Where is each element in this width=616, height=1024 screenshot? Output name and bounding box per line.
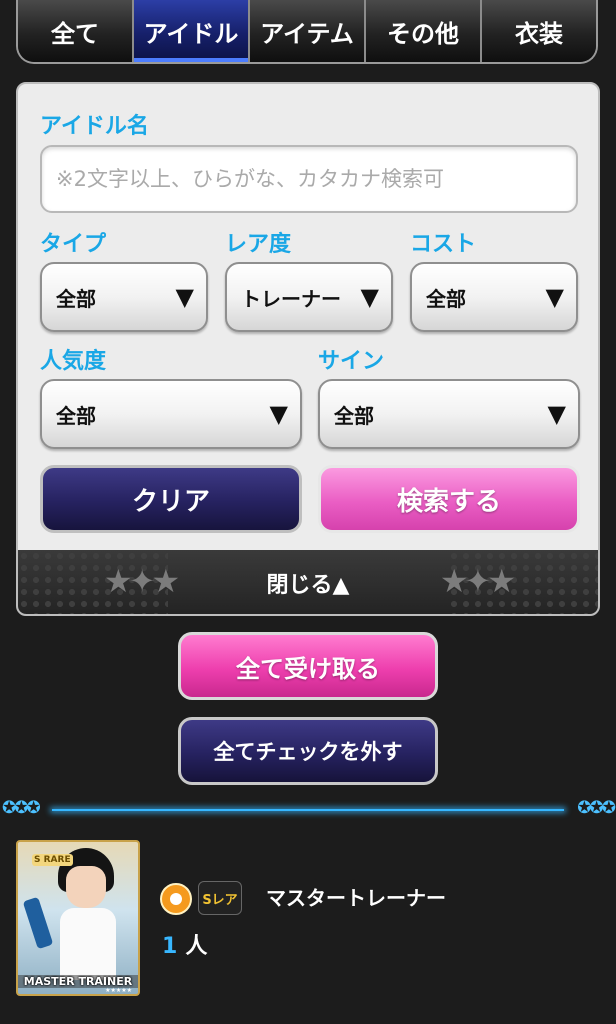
card-art xyxy=(66,866,106,908)
dropdown-arrow-icon: ▼ xyxy=(545,283,564,311)
type-select[interactable]: 全部 ▼ xyxy=(40,262,208,332)
star-divider-icon: ✪✪✪ xyxy=(577,798,616,818)
sign-select[interactable]: 全部 ▼ xyxy=(318,379,580,449)
star-divider-icon: ✪✪✪ xyxy=(2,798,41,818)
close-label: 閉じる▲ xyxy=(266,573,350,598)
popularity-label: 人気度 xyxy=(40,349,107,374)
idol-card-image[interactable]: S RARE MASTER TRAINER ★★★★★ xyxy=(16,840,140,996)
category-tabs: 全て アイドル アイテム その他 衣装 xyxy=(16,0,598,64)
type-label: タイプ xyxy=(40,232,107,257)
sign-select-value: 全部 xyxy=(334,403,374,428)
tab-item[interactable]: アイテム xyxy=(250,0,366,62)
idol-name: マスタートレーナー xyxy=(266,886,446,910)
close-panel-bar[interactable]: ★✦★ ★✦★ 閉じる▲ xyxy=(18,550,598,614)
clear-button[interactable]: クリア xyxy=(40,465,302,533)
uncheck-all-button[interactable]: 全てチェックを外す xyxy=(178,717,438,785)
dropdown-arrow-icon: ▼ xyxy=(547,400,566,428)
count-unit: 人 xyxy=(185,934,208,959)
dropdown-arrow-icon: ▼ xyxy=(360,283,379,311)
type-select-value: 全部 xyxy=(56,286,96,311)
rarity-label: レア度 xyxy=(225,232,292,257)
tab-idol[interactable]: アイドル xyxy=(134,0,250,62)
cost-select[interactable]: 全部 ▼ xyxy=(410,262,578,332)
idol-name-label: アイドル名 xyxy=(40,114,149,139)
idol-count: 1人 xyxy=(162,928,207,960)
cost-label: コスト xyxy=(410,232,477,257)
card-rarity-label: S RARE xyxy=(32,854,73,866)
divider-line xyxy=(52,809,564,811)
stars-decoration-icon: ★✦★ xyxy=(104,562,180,600)
card-art xyxy=(22,896,54,950)
popularity-select[interactable]: 全部 ▼ xyxy=(40,379,302,449)
count-number: 1 xyxy=(162,934,178,959)
section-divider: ✪✪✪ ✪✪✪ xyxy=(0,798,616,822)
card-art xyxy=(60,908,116,980)
stars-decoration-icon: ★✦★ xyxy=(439,562,516,600)
search-button[interactable]: 検索する xyxy=(318,465,580,533)
rarity-select-value: トレーナー xyxy=(241,286,341,311)
idol-name-input[interactable] xyxy=(40,145,578,213)
attribute-sun-icon xyxy=(160,883,192,915)
sign-label: サイン xyxy=(318,349,385,374)
tab-costume[interactable]: 衣装 xyxy=(482,0,596,62)
popularity-select-value: 全部 xyxy=(56,403,96,428)
search-panel: アイドル名 タイプ レア度 コスト 全部 ▼ トレーナー ▼ 全部 ▼ 人気度 … xyxy=(16,82,600,616)
tab-all[interactable]: 全て xyxy=(18,0,134,62)
dropdown-arrow-icon: ▼ xyxy=(269,400,288,428)
dropdown-arrow-icon: ▼ xyxy=(175,283,194,311)
tab-other[interactable]: その他 xyxy=(366,0,482,62)
receive-all-button[interactable]: 全て受け取る xyxy=(178,632,438,700)
rarity-badge: Sレア xyxy=(198,881,242,915)
card-stars: ★★★★★ xyxy=(105,987,132,994)
rarity-select[interactable]: トレーナー ▼ xyxy=(225,262,393,332)
cost-select-value: 全部 xyxy=(426,286,466,311)
